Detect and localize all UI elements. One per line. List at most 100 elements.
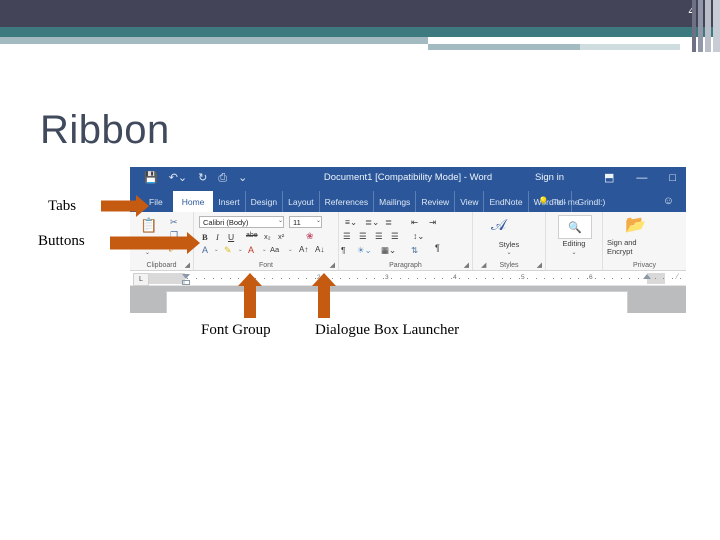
font-color-icon[interactable]: A [248, 245, 254, 255]
account-icon[interactable]: ☺ [663, 195, 674, 207]
line-spacing-icon[interactable]: ↕⌄ [413, 231, 424, 242]
maximize-icon[interactable]: □ [669, 172, 676, 184]
font-name-input[interactable]: Calibri (Body) [199, 216, 284, 228]
show-formatting-marks-icon[interactable]: ¶ [435, 243, 440, 253]
tab-view[interactable]: View [455, 191, 485, 212]
editing-find-icon[interactable]: 🔍 [558, 215, 592, 239]
ribbon-group-editing: 🔍 Editing ⌄ [546, 212, 603, 270]
ruler-tick [484, 278, 486, 279]
first-line-indent-marker[interactable] [182, 274, 190, 279]
document-page[interactable] [166, 291, 628, 313]
highlight-color-icon[interactable]: ✎ [224, 245, 232, 256]
ruler-tick [637, 278, 639, 279]
font-color-caret-icon[interactable]: ⌄ [262, 247, 267, 253]
grow-font-button[interactable]: A↑ [299, 245, 308, 254]
bullets-icon[interactable]: ≡⌄ [345, 217, 357, 228]
tab-home[interactable]: Home [172, 191, 214, 212]
arrow-pointing-to-buttons [110, 231, 200, 255]
tab-mailings[interactable]: Mailings [374, 191, 417, 212]
ruler-tick [357, 278, 358, 279]
tell-me-box[interactable]: 💡 Tell me [528, 191, 580, 212]
ruler-track[interactable]: 1 2 3 4 5 6 [149, 273, 681, 285]
tab-insert[interactable]: Insert [213, 191, 246, 212]
justify-icon[interactable]: ☰ [391, 231, 399, 242]
minimize-icon[interactable]: — [636, 172, 647, 184]
ruler-tick [391, 278, 392, 279]
ribbon-tab-strip: File Home Insert Design Layout Reference… [130, 191, 686, 212]
ruler-tick [348, 278, 350, 279]
ruler-tick [399, 278, 401, 279]
sign-and-encrypt-icon[interactable]: 📂 [625, 215, 646, 235]
align-right-icon[interactable]: ☰ [375, 231, 383, 242]
text-effects-a-icon[interactable]: A [202, 245, 208, 255]
ribbon-body: 📋 Paste ⌄ ✂ ❐ 🖌 Clipboard ◢ Calibri (Bod… [130, 212, 686, 271]
styles-dropdown-caret-icon[interactable]: ⌄ [473, 249, 545, 256]
rtl-direction-icon[interactable]: ¶ [341, 245, 346, 255]
tab-review[interactable]: Review [416, 191, 456, 212]
change-case-caret-icon[interactable]: ⌄ [288, 247, 293, 253]
editing-dropdown-caret-icon[interactable]: ⌄ [546, 249, 602, 256]
arrow-pointing-to-dialogue-box-launcher [312, 273, 336, 318]
slide-header-light-band-right [428, 44, 580, 50]
superscript-button[interactable]: x² [278, 232, 284, 241]
arrow-head [136, 195, 149, 217]
ribbon-group-styles: 𝒜 Styles ⌄ ◢ Styles ◢ [473, 212, 546, 270]
text-effects-icon[interactable]: ❀ [306, 231, 314, 242]
ruler-tick [467, 278, 469, 279]
ruler-tick [263, 278, 265, 279]
clipboard-dialog-launcher-icon[interactable]: ◢ [185, 261, 190, 269]
tab-stop-selector[interactable]: L [133, 273, 149, 286]
styles-icon[interactable]: 𝒜 [491, 217, 506, 235]
subscript-button[interactable]: x₂ [264, 232, 271, 241]
shrink-font-button[interactable]: A↓ [315, 245, 324, 254]
ruler-tick [620, 278, 622, 279]
tab-endnote[interactable]: EndNote [484, 191, 529, 212]
styles-group-label: Styles [499, 262, 519, 269]
sort-icon[interactable]: ⇅ [411, 245, 418, 256]
ruler-tick [569, 278, 571, 279]
ruler-tick [476, 278, 477, 279]
text-effects-caret-icon[interactable]: ⌄ [214, 247, 219, 253]
right-indent-marker[interactable] [643, 274, 651, 279]
shading-icon[interactable]: ☀⌄ [357, 245, 372, 256]
ruler-tick [595, 278, 596, 279]
ruler-tick [408, 278, 409, 279]
ruler-tick [297, 278, 299, 279]
sign-in-button[interactable]: Sign in [535, 172, 564, 183]
ruler-tick [212, 278, 214, 279]
hanging-indent-marker[interactable] [182, 280, 190, 285]
paragraph-dialog-launcher-icon[interactable]: ◢ [464, 261, 469, 269]
tab-design[interactable]: Design [246, 191, 284, 212]
increase-indent-icon[interactable]: ⇥ [429, 217, 436, 228]
font-size-dropdown-caret-icon[interactable]: ⌄ [316, 217, 321, 224]
styles-dialog-launcher-icon[interactable]: ◢ [537, 261, 542, 269]
document-title: Document1 [Compatibility Mode] - Word [323, 172, 493, 183]
ruler-tick [221, 278, 222, 279]
tell-me-label: Tell me [552, 196, 580, 207]
font-name-dropdown-caret-icon[interactable]: ⌄ [278, 217, 283, 224]
font-dialog-launcher-icon[interactable]: ◢ [330, 261, 335, 269]
ribbon-group-font: Calibri (Body) ⌄ 11 ⌄ B I U abe x₂ x² ❀ … [194, 212, 339, 270]
align-left-icon[interactable]: ☰ [343, 231, 351, 242]
strikethrough-button[interactable]: abe [246, 232, 258, 239]
align-center-icon[interactable]: ☰ [359, 231, 367, 242]
tab-references[interactable]: References [320, 191, 375, 212]
multilevel-list-icon[interactable]: ≣ [385, 217, 392, 228]
decrease-indent-icon[interactable]: ⇤ [411, 217, 418, 228]
borders-icon[interactable]: ▦⌄ [381, 245, 396, 256]
highlight-caret-icon[interactable]: ⌄ [238, 247, 243, 253]
ruler-tick [195, 278, 197, 279]
annotation-label-buttons: Buttons [38, 233, 85, 249]
header-vertical-stripe-3 [705, 0, 711, 52]
ruler-tick [680, 278, 681, 279]
change-case-button[interactable]: Aa [270, 245, 279, 254]
bold-button[interactable]: B [202, 232, 208, 242]
italic-button[interactable]: I [216, 232, 219, 242]
numbering-icon[interactable]: ≣⌄ [365, 217, 379, 228]
ruler-tick [416, 278, 418, 279]
ruler-tick [442, 278, 443, 279]
cut-icon[interactable]: ✂ [170, 217, 178, 228]
ribbon-display-options-icon[interactable]: ⬒ [604, 171, 614, 184]
underline-button[interactable]: U [228, 232, 234, 242]
tab-layout[interactable]: Layout [283, 191, 320, 212]
